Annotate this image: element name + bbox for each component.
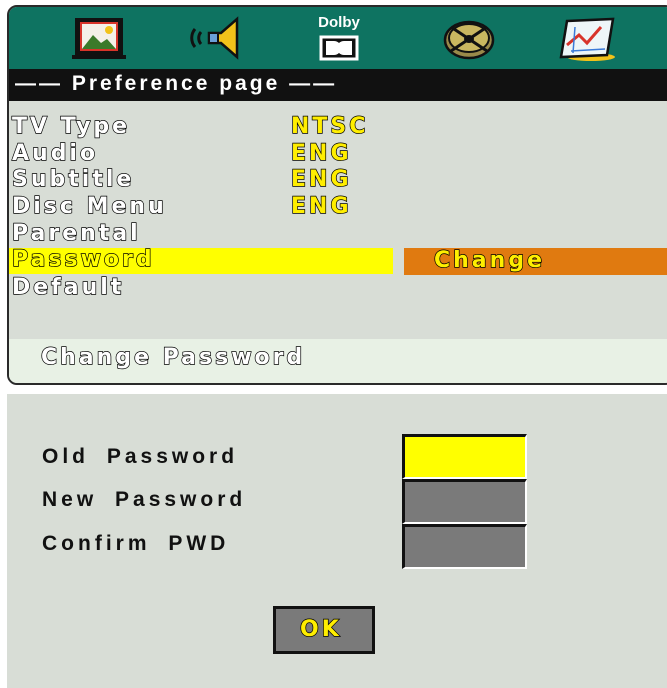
- setup-icon-bar: Dolby: [9, 7, 667, 69]
- ok-button[interactable]: OK: [273, 606, 375, 654]
- menu-item-subtitle[interactable]: Subtitle ENG: [9, 166, 667, 194]
- preference-osd-panel: Dolby —— Preference page —— TV Type NTSC…: [7, 5, 667, 385]
- page-title-bar: —— Preference page ——: [9, 69, 667, 101]
- menu-item-password[interactable]: Password Change: [9, 246, 667, 275]
- menu-item-label: Disc Menu: [11, 193, 167, 219]
- menu-item-label: Subtitle: [11, 166, 135, 192]
- change-password-option[interactable]: Change: [404, 247, 667, 275]
- speaker-icon[interactable]: [187, 13, 251, 63]
- help-footer: Change Password: [9, 339, 667, 383]
- ok-button-label: OK: [299, 616, 342, 642]
- menu-item-disc-menu[interactable]: Disc Menu ENG: [9, 193, 667, 221]
- menu-item-parental[interactable]: Parental: [9, 220, 667, 248]
- menu-item-label: Audio: [11, 140, 99, 166]
- chart-icon[interactable]: [555, 13, 619, 63]
- menu-item-value: ENG: [290, 193, 352, 219]
- dolby-icon[interactable]: Dolby: [307, 13, 371, 63]
- confirm-password-field[interactable]: [402, 524, 527, 569]
- menu-item-value: ENG: [290, 166, 352, 192]
- menu-item-audio[interactable]: Audio ENG: [9, 140, 667, 168]
- menu-item-label: Default: [11, 274, 125, 300]
- footer-hint: Change Password: [40, 344, 306, 370]
- menu-item-value: ENG: [290, 140, 352, 166]
- new-password-label: New Password: [42, 488, 247, 511]
- menu-item-default[interactable]: Default: [9, 274, 667, 302]
- film-reel-icon[interactable]: [437, 13, 501, 63]
- menu-item-label: Parental: [11, 220, 141, 246]
- menu-item-value: NTSC: [290, 113, 369, 139]
- tv-picture-icon[interactable]: [67, 13, 131, 63]
- page-title: —— Preference page ——: [15, 72, 338, 95]
- new-password-field[interactable]: [402, 479, 527, 524]
- menu-item-tv-type[interactable]: TV Type NTSC: [9, 113, 667, 141]
- change-option-label: Change: [433, 247, 545, 273]
- menu-item-label: Password: [11, 246, 155, 272]
- old-password-label: Old Password: [42, 445, 239, 468]
- confirm-password-label: Confirm PWD: [42, 532, 230, 555]
- old-password-field[interactable]: [402, 434, 527, 479]
- password-dialog: Old Password New Password Confirm PWD OK: [7, 394, 667, 688]
- menu-item-label: TV Type: [11, 113, 131, 139]
